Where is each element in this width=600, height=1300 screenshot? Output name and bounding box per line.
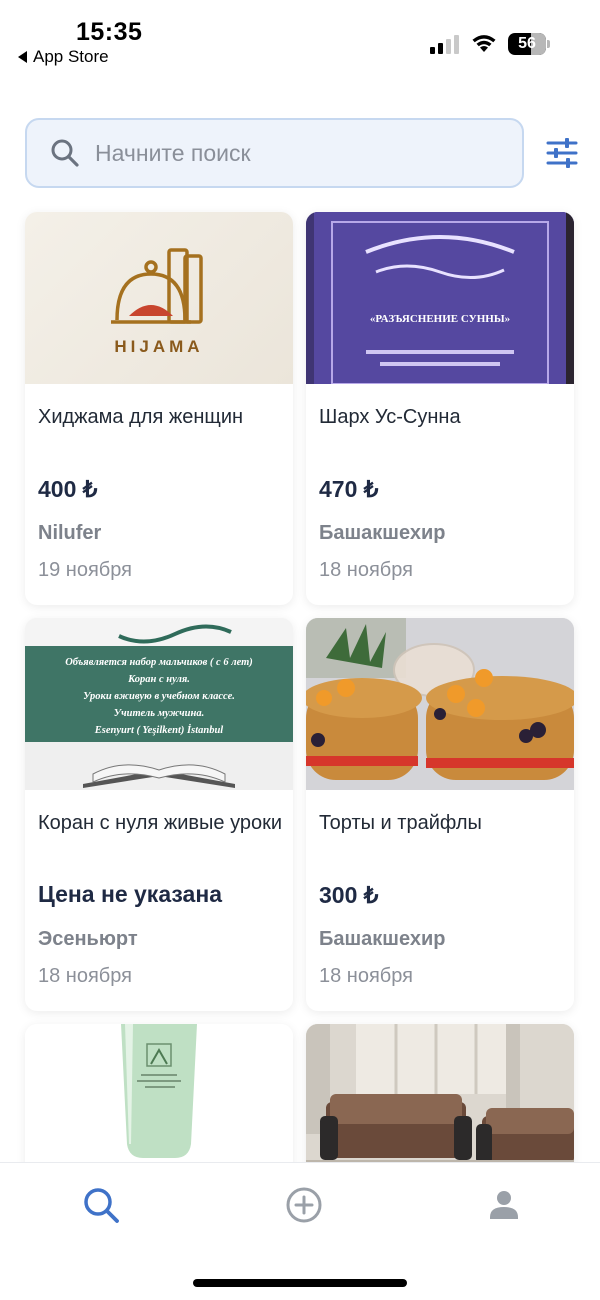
flyer-line: Esenyurt ( Yeşilkent) İstanbul xyxy=(94,725,224,736)
listing-price: 470 ₺ xyxy=(319,476,379,502)
listing-image: Объявляется набор мальчиков ( с 6 лет) К… xyxy=(25,618,293,790)
listing-title: Торты и трайфлы xyxy=(319,812,482,834)
listing-title: Коран с нуля живые уроки xyxy=(38,812,283,834)
back-to-app-store[interactable]: App Store xyxy=(18,47,109,67)
search-icon[interactable] xyxy=(81,1185,121,1225)
status-bar: 15:35 App Store 56 xyxy=(0,0,600,80)
listing-image: HIJAMA xyxy=(25,212,293,384)
filter-sliders-icon[interactable] xyxy=(544,136,580,170)
battery-level: 56 xyxy=(518,35,536,52)
open-book-icon xyxy=(83,764,235,788)
flyer-line: Коран с нуля. xyxy=(128,674,190,685)
listing-card[interactable] xyxy=(306,1024,574,1184)
wifi-icon xyxy=(472,35,496,52)
listing-card[interactable] xyxy=(25,1024,293,1184)
calligraphy-decoration-icon xyxy=(118,624,232,644)
listing-location: Башакшехир xyxy=(319,928,446,950)
svg-text:«РАЗЪЯСНЕНИЕ СУННЫ»: «РАЗЪЯСНЕНИЕ СУННЫ» xyxy=(370,313,510,325)
book-cover-icon: «РАЗЪЯСНЕНИЕ СУННЫ» xyxy=(306,212,574,384)
listing-card[interactable]: Объявляется набор мальчиков ( с 6 лет) К… xyxy=(25,618,293,1011)
cellular-signal-icon xyxy=(430,34,462,54)
listing-title: Шарх Ус-Сунна xyxy=(319,406,461,428)
listing-image xyxy=(306,618,574,790)
cakes-photo-icon xyxy=(306,618,574,790)
home-indicator xyxy=(193,1279,407,1287)
add-circle-icon[interactable] xyxy=(284,1185,324,1225)
flyer-line: Учитель мужчина. xyxy=(113,708,205,719)
listing-date: 18 ноября xyxy=(319,559,413,581)
listing-location: Nilufer xyxy=(38,522,102,544)
listing-date: 18 ноября xyxy=(38,965,132,987)
listing-date: 19 ноября xyxy=(38,559,132,581)
flyer-line: Объявляется набор мальчиков ( с 6 лет) xyxy=(65,657,253,668)
listing-image: «РАЗЪЯСНЕНИЕ СУННЫ» xyxy=(306,212,574,384)
search-input[interactable] xyxy=(95,139,475,167)
listing-price: 400 ₺ xyxy=(38,476,98,502)
back-arrow-icon xyxy=(18,51,27,63)
listing-card[interactable]: HIJAMA Хиджама для женщин 400 ₺ Nilufer … xyxy=(25,212,293,605)
hijama-logo-icon: HIJAMA xyxy=(111,248,203,356)
listing-location: Эсеньюрт xyxy=(38,928,138,950)
listing-price: 300 ₺ xyxy=(319,882,379,908)
listing-image xyxy=(306,1024,574,1184)
flyer-line: Уроки вживую в учебном классе. xyxy=(83,691,235,702)
listing-title: Хиджама для женщин xyxy=(38,406,244,428)
listing-date: 18 ноября xyxy=(319,965,413,987)
search-icon xyxy=(51,139,79,167)
battery-icon: 56 xyxy=(508,33,550,55)
listing-card[interactable]: Торты и трайфлы 300 ₺ Башакшехир 18 нояб… xyxy=(306,618,574,1011)
svg-text:HIJAMA: HIJAMA xyxy=(114,337,203,356)
listing-card[interactable]: «РАЗЪЯСНЕНИЕ СУННЫ» Шарх Ус-Сунна 470 ₺ … xyxy=(306,212,574,605)
sofa-photo-icon xyxy=(306,1024,574,1184)
listing-image xyxy=(25,1024,293,1184)
back-app-label: App Store xyxy=(33,47,109,66)
cosmetic-tube-icon xyxy=(121,1024,197,1158)
status-time: 15:35 xyxy=(76,18,143,46)
listing-location: Башакшехир xyxy=(319,522,446,544)
profile-icon[interactable] xyxy=(484,1185,524,1225)
listing-price: Цена не указана xyxy=(38,881,222,907)
search-bar[interactable] xyxy=(25,118,524,188)
